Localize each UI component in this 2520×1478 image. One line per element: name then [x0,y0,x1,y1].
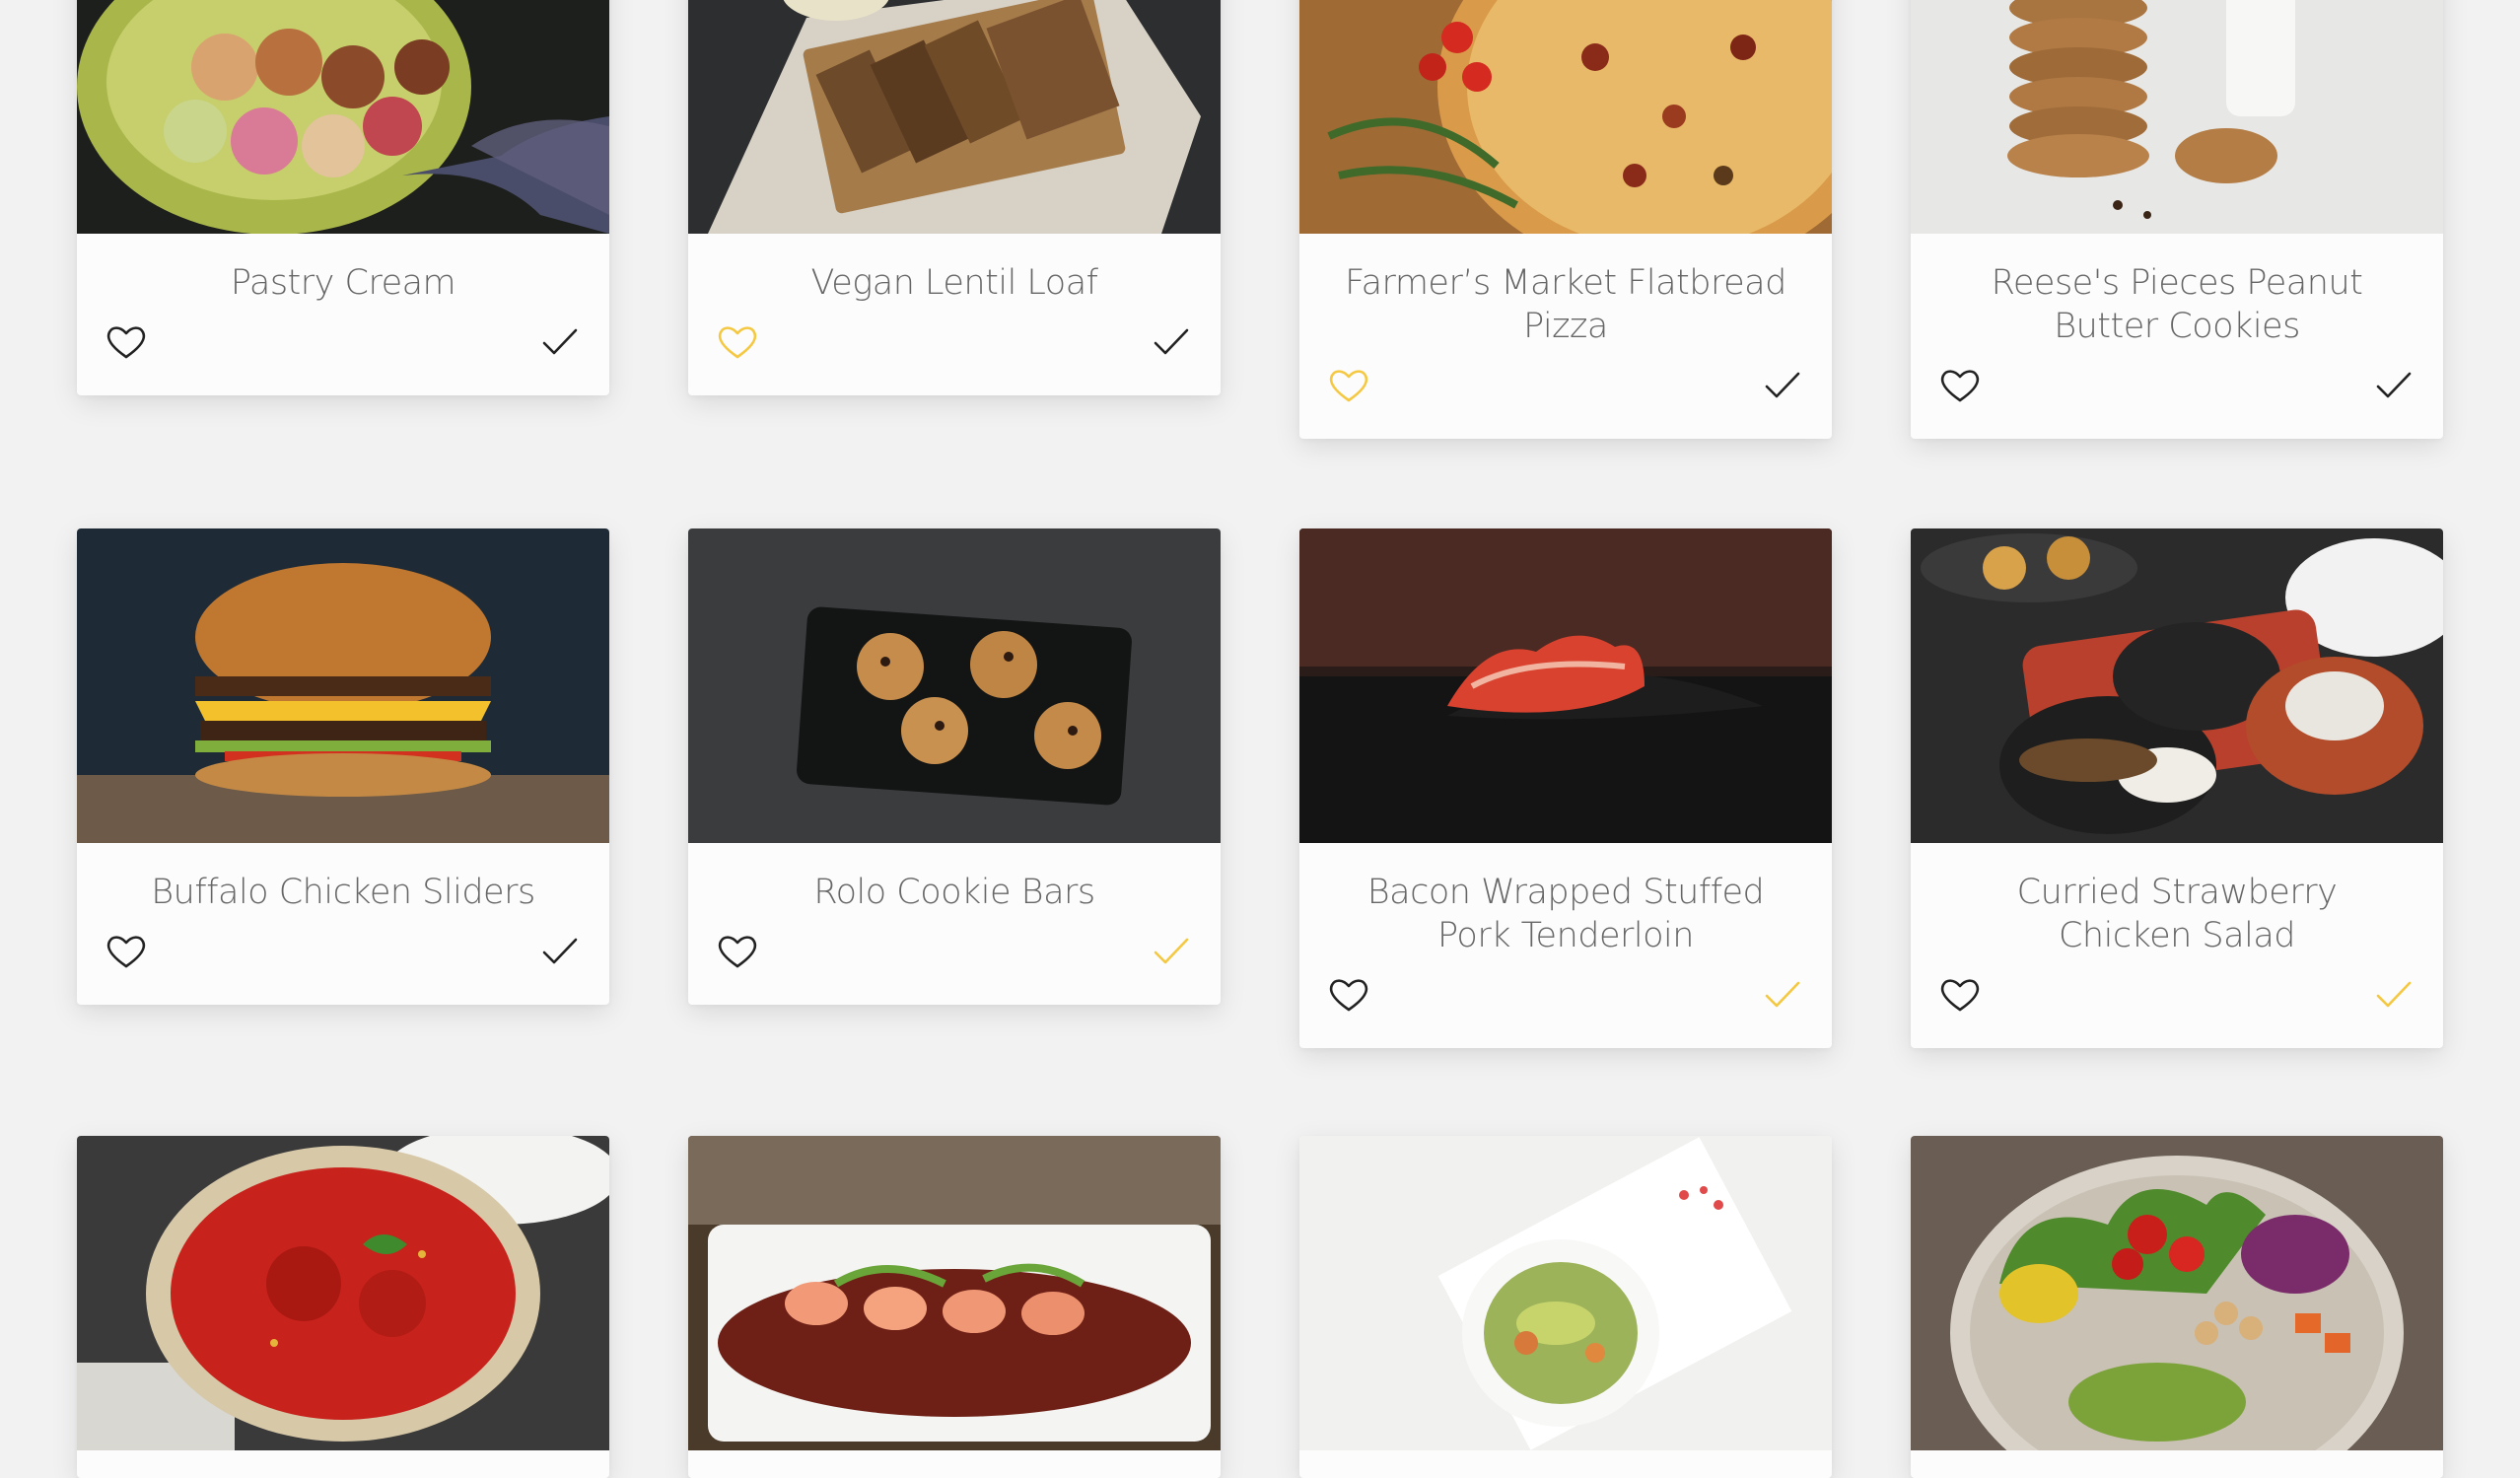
recipe-title [1911,1450,2443,1478]
recipe-photo[interactable] [1299,1136,1832,1450]
heart-outline [718,326,757,359]
card-actions [1911,348,2443,439]
checkmark-icon[interactable] [2368,360,2419,411]
heart-icon[interactable] [712,926,763,977]
recipe-title: Buffalo Chicken Sliders [151,873,535,912]
recipe-card[interactable] [1299,1136,1832,1478]
checkmark-stroke [542,938,578,964]
recipe-photo[interactable] [688,528,1221,843]
recipe-card[interactable] [688,1136,1221,1478]
card-actions [688,305,1221,395]
checkmark-icon[interactable] [1757,360,1808,411]
recipe-photo[interactable] [1299,528,1832,843]
recipe-title: Rolo Cookie Bars [813,873,1095,912]
recipe-title [688,1450,1221,1478]
checkmark-icon[interactable] [1146,926,1197,977]
heart-outline [106,326,146,359]
recipe-card[interactable]: Rolo Cookie Bars [688,528,1221,1005]
checkmark-icon[interactable] [534,926,586,977]
checkmark-stroke [2376,981,2412,1008]
card-actions [688,914,1221,1005]
heart-outline [1940,370,1980,402]
heart-icon[interactable] [712,317,763,368]
recipe-photo[interactable] [688,1136,1221,1450]
card-actions [77,914,609,1005]
checkmark-stroke [542,328,578,355]
checkmark-stroke [1765,981,1800,1008]
recipe-grid: Pastry Cream Vegan Lentil Loaf Farmer’s … [0,0,2520,1478]
checkmark-stroke [1154,328,1189,355]
recipe-card[interactable] [77,1136,609,1478]
recipe-card[interactable]: Pastry Cream [77,0,609,395]
recipe-title: Reese's Pieces Peanut Butter Cookies [1991,263,2363,346]
checkmark-stroke [2376,372,2412,398]
heart-outline [1940,979,1980,1012]
recipe-card[interactable]: Vegan Lentil Loaf [688,0,1221,395]
recipe-card[interactable]: Farmer’s Market Flatbread Pizza [1299,0,1832,439]
recipe-photo[interactable] [1299,0,1832,234]
recipe-title [77,1450,609,1478]
recipe-title: Bacon Wrapped Stuffed Pork Tenderloin [1366,873,1765,955]
recipe-card[interactable]: Reese's Pieces Peanut Butter Cookies [1911,0,2443,439]
heart-icon[interactable] [101,317,152,368]
heart-outline [1329,370,1368,402]
recipe-photo[interactable] [77,528,609,843]
recipe-card[interactable] [1911,1136,2443,1478]
checkmark-icon[interactable] [2368,969,2419,1021]
card-actions [1299,348,1832,439]
heart-icon[interactable] [1934,360,1986,411]
heart-icon[interactable] [1323,969,1374,1021]
heart-outline [718,936,757,968]
checkmark-stroke [1154,938,1189,964]
heart-outline [106,936,146,968]
card-actions [77,305,609,395]
checkmark-stroke [1765,372,1800,398]
checkmark-icon[interactable] [1757,969,1808,1021]
recipe-photo[interactable] [1911,528,2443,843]
card-actions [1911,957,2443,1048]
recipe-photo[interactable] [77,0,609,234]
card-actions [1299,957,1832,1048]
checkmark-icon[interactable] [534,317,586,368]
recipe-title: Pastry Cream [230,263,456,303]
checkmark-icon[interactable] [1146,317,1197,368]
recipe-card[interactable]: Bacon Wrapped Stuffed Pork Tenderloin [1299,528,1832,1048]
recipe-card[interactable]: Curried Strawberry Chicken Salad [1911,528,2443,1048]
recipe-card[interactable]: Buffalo Chicken Sliders [77,528,609,1005]
recipe-title [1299,1450,1832,1478]
heart-icon[interactable] [1323,360,1374,411]
heart-icon[interactable] [1934,969,1986,1021]
recipe-title: Farmer’s Market Flatbread Pizza [1345,263,1786,346]
heart-icon[interactable] [101,926,152,977]
heart-outline [1329,979,1368,1012]
recipe-photo[interactable] [77,1136,609,1450]
recipe-photo[interactable] [1911,0,2443,234]
recipe-title: Vegan Lentil Loaf [810,263,1098,303]
recipe-photo[interactable] [688,0,1221,234]
recipe-photo[interactable] [1911,1136,2443,1450]
recipe-title: Curried Strawberry Chicken Salad [2016,873,2338,955]
